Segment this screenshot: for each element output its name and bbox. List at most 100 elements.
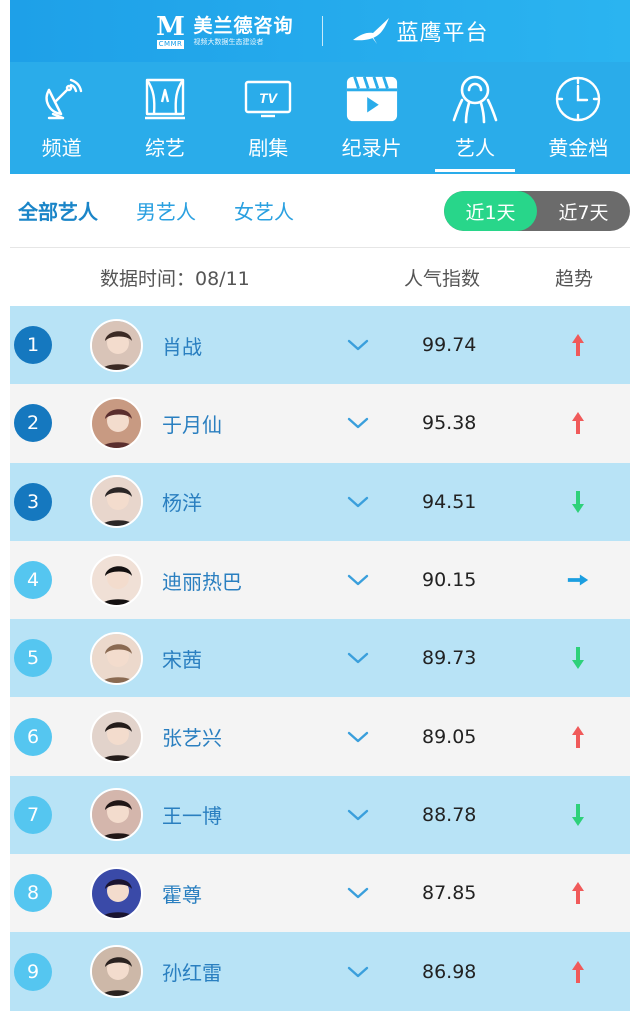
- rank-badge: 8: [14, 874, 52, 913]
- chevron-down-icon[interactable]: [346, 650, 370, 666]
- artist-avatar[interactable]: [90, 318, 143, 372]
- data-date-label: 数据时间：08/11: [100, 267, 250, 290]
- cmmr-logo: M CMMR: [156, 11, 185, 49]
- artist-name[interactable]: 王一博: [162, 800, 222, 829]
- svg-text:TV: TV: [259, 90, 279, 106]
- artist-ranking-list: 1 肖战 99.74 2 于月仙 95.38 3 杨洋 94.51 4 迪丽热巴 90.15 5 宋茜 89…: [10, 306, 630, 1011]
- ranking-row[interactable]: 9 孙红雷 86.98: [10, 932, 630, 1011]
- app-header: M CMMR 美兰德咨询 视频大数据生态建设者 蓝鹰平台: [10, 0, 630, 62]
- chevron-down-icon[interactable]: [346, 494, 370, 510]
- stage-curtain-icon: [138, 72, 192, 126]
- filter-male-artists[interactable]: 男艺人: [136, 196, 196, 225]
- platform-name: 蓝鹰平台: [396, 21, 489, 46]
- artist-avatar[interactable]: [90, 475, 143, 529]
- popularity-score: 87.85: [422, 882, 477, 905]
- chevron-down-icon[interactable]: [346, 415, 370, 431]
- artist-avatar[interactable]: [90, 945, 143, 999]
- artist-name[interactable]: 迪丽热巴: [162, 566, 242, 595]
- ranking-row[interactable]: 4 迪丽热巴 90.15: [10, 540, 630, 620]
- chevron-down-icon[interactable]: [346, 964, 370, 980]
- artist-name[interactable]: 宋茜: [162, 644, 202, 673]
- artist-avatar[interactable]: [90, 631, 143, 685]
- category-label: 频道: [41, 136, 82, 160]
- trend-up-arrow-icon: [566, 879, 590, 907]
- artist-avatar[interactable]: [90, 396, 143, 450]
- artist-name[interactable]: 肖战: [162, 331, 202, 360]
- chevron-down-icon[interactable]: [346, 572, 370, 588]
- ranking-row[interactable]: 1 肖战 99.74: [10, 306, 630, 385]
- ranking-row[interactable]: 5 宋茜 89.73: [10, 619, 630, 698]
- rank-badge: 5: [14, 639, 52, 678]
- brand-divider: [321, 16, 323, 46]
- category-label: 黄金档: [548, 136, 609, 160]
- popularity-score: 89.73: [422, 647, 477, 670]
- artist-name[interactable]: 霍尊: [162, 879, 202, 908]
- time-range-toggle: 近1天 近7天: [444, 191, 630, 231]
- trend-up-arrow-icon: [566, 958, 590, 986]
- category-nav: 频道 综艺 TV 剧集 纪录片 艺人 黄金档: [10, 62, 630, 174]
- ranking-row[interactable]: 3 杨洋 94.51: [10, 462, 630, 541]
- artist-icon: [448, 72, 502, 126]
- popularity-score: 90.15: [422, 569, 477, 592]
- ranking-row[interactable]: 6 张艺兴 89.05: [10, 697, 630, 776]
- platform-brand: 蓝鹰平台: [351, 15, 489, 47]
- chevron-down-icon[interactable]: [346, 807, 370, 823]
- film-clapper-icon: [345, 72, 399, 126]
- ranking-row[interactable]: 2 于月仙 95.38: [10, 384, 630, 463]
- rank-badge: 9: [14, 952, 52, 991]
- trend-up-arrow-icon: [566, 331, 590, 359]
- chevron-down-icon[interactable]: [346, 337, 370, 353]
- ranking-column-header: 数据时间：08/11 人气指数 趋势: [10, 248, 630, 306]
- category-primetime[interactable]: 黄金档: [527, 62, 630, 174]
- category-channel[interactable]: 频道: [10, 62, 113, 174]
- clock-icon: [551, 72, 605, 126]
- artist-avatar[interactable]: [90, 788, 143, 842]
- filter-all-artists[interactable]: 全部艺人: [18, 196, 98, 225]
- category-label: 综艺: [144, 136, 185, 160]
- trend-column-label: 趋势: [555, 267, 594, 290]
- popularity-score: 94.51: [422, 490, 477, 513]
- cmmr-brand: M CMMR 美兰德咨询 视频大数据生态建设者: [151, 11, 293, 51]
- chevron-down-icon[interactable]: [346, 885, 370, 901]
- category-series[interactable]: TV 剧集: [217, 62, 320, 174]
- popularity-score: 88.78: [422, 803, 477, 826]
- category-label: 纪录片: [341, 136, 402, 160]
- brand-name: 美兰德咨询: [193, 15, 294, 37]
- trend-up-arrow-icon: [566, 409, 590, 437]
- category-artist[interactable]: 艺人: [423, 62, 526, 174]
- filter-female-artists[interactable]: 女艺人: [234, 196, 294, 225]
- artist-name[interactable]: 孙红雷: [162, 957, 222, 986]
- rank-badge: 7: [14, 795, 52, 834]
- eagle-logo-icon: [352, 18, 389, 44]
- artist-avatar[interactable]: [90, 710, 143, 764]
- trend-down-arrow-icon: [566, 488, 590, 516]
- chevron-down-icon[interactable]: [346, 729, 370, 745]
- category-variety[interactable]: 综艺: [113, 62, 216, 174]
- artist-avatar[interactable]: [90, 866, 143, 920]
- trend-flat-arrow-icon: [566, 566, 590, 594]
- rank-badge: 6: [14, 717, 52, 756]
- rank-badge: 2: [14, 404, 52, 443]
- category-documentary[interactable]: 纪录片: [320, 62, 423, 174]
- ranking-row[interactable]: 7 王一博 88.78: [10, 775, 630, 855]
- trend-down-arrow-icon: [566, 801, 590, 829]
- artist-name[interactable]: 于月仙: [162, 409, 222, 438]
- range-1-day[interactable]: 近1天: [444, 191, 537, 231]
- popularity-column-label: 人气指数: [404, 267, 481, 290]
- artist-avatar[interactable]: [90, 553, 143, 607]
- popularity-score: 89.05: [422, 725, 477, 748]
- ranking-row[interactable]: 8 霍尊 87.85: [10, 854, 630, 933]
- brand-slogan: 视频大数据生态建设者: [193, 38, 264, 46]
- tv-icon: TV: [241, 72, 295, 126]
- rank-badge: 1: [14, 326, 52, 365]
- rank-badge: 4: [14, 561, 52, 600]
- range-7-days[interactable]: 近7天: [537, 191, 630, 231]
- popularity-score: 99.74: [422, 334, 477, 357]
- artist-name[interactable]: 张艺兴: [162, 722, 222, 751]
- artist-filter-bar: 全部艺人 男艺人 女艺人 近1天 近7天: [10, 174, 630, 248]
- popularity-score: 95.38: [422, 412, 477, 435]
- popularity-score: 86.98: [422, 960, 477, 983]
- satellite-dish-icon: [35, 72, 89, 126]
- rank-badge: 3: [14, 482, 52, 521]
- artist-name[interactable]: 杨洋: [162, 487, 202, 516]
